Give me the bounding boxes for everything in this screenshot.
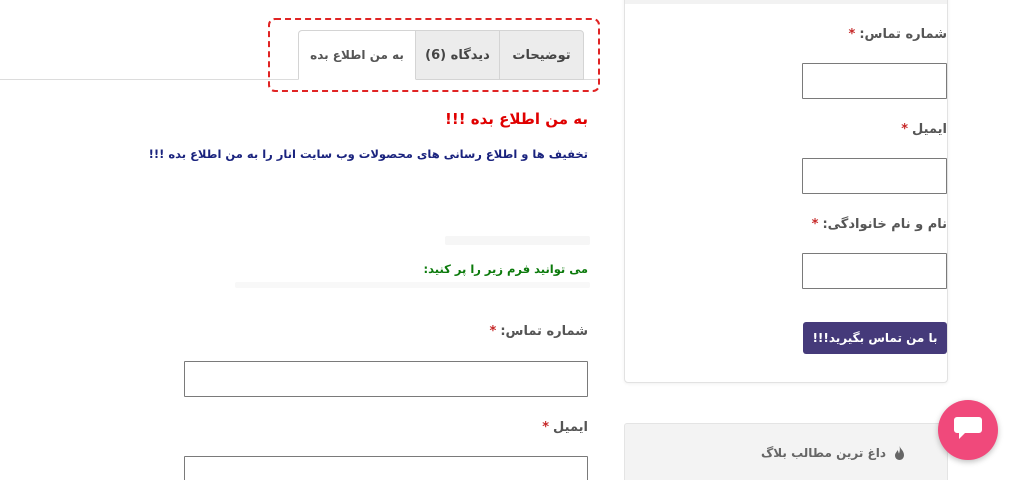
required-mark: * [848, 27, 856, 42]
tabs-highlight-box [268, 18, 600, 92]
fire-icon [894, 446, 905, 460]
phone-label: شماره تماس:* [490, 324, 589, 339]
sidebar-name-input[interactable] [802, 253, 947, 289]
fill-form-instruction: می توانید فرم زیر را پر کنید: [423, 262, 588, 276]
faint-text-placeholder [235, 282, 590, 288]
sidebar-email-input[interactable] [802, 158, 947, 194]
sidebar-card-top-strip [625, 0, 947, 4]
required-mark: * [542, 420, 550, 435]
notify-description: تخفیف ها و اطلاع رسانی های محصولات وب سا… [148, 147, 588, 161]
email-label-text: ایمیل [553, 420, 588, 435]
hot-posts-title-text: داغ ترین مطالب بلاگ [760, 446, 886, 460]
sidebar-name-label-text: نام و نام خانوادگی: [822, 217, 947, 232]
phone-input[interactable] [184, 361, 588, 397]
contact-me-button[interactable]: با من تماس بگیرید!!! [803, 322, 947, 354]
chat-bubble-icon [953, 415, 983, 445]
hot-posts-title: داغ ترین مطالب بلاگ [761, 446, 905, 460]
email-input[interactable] [184, 456, 588, 480]
notify-title: به من اطلاع بده !!! [445, 110, 588, 128]
required-mark: * [811, 217, 819, 232]
sidebar-phone-input[interactable] [802, 63, 947, 99]
sidebar-phone-label-text: شماره تماس: [859, 27, 947, 42]
chat-button[interactable] [938, 400, 998, 460]
required-mark: * [489, 324, 497, 339]
faint-text-placeholder [445, 236, 590, 245]
required-mark: * [901, 122, 909, 137]
email-label: ایمیل* [542, 420, 588, 435]
sidebar-email-label: ایمیل* [901, 122, 947, 137]
sidebar-phone-label: شماره تماس:* [849, 27, 948, 42]
sidebar-name-label: نام و نام خانوادگی:* [812, 217, 947, 232]
sidebar-email-label-text: ایمیل [912, 122, 947, 137]
phone-label-text: شماره تماس: [500, 324, 588, 339]
